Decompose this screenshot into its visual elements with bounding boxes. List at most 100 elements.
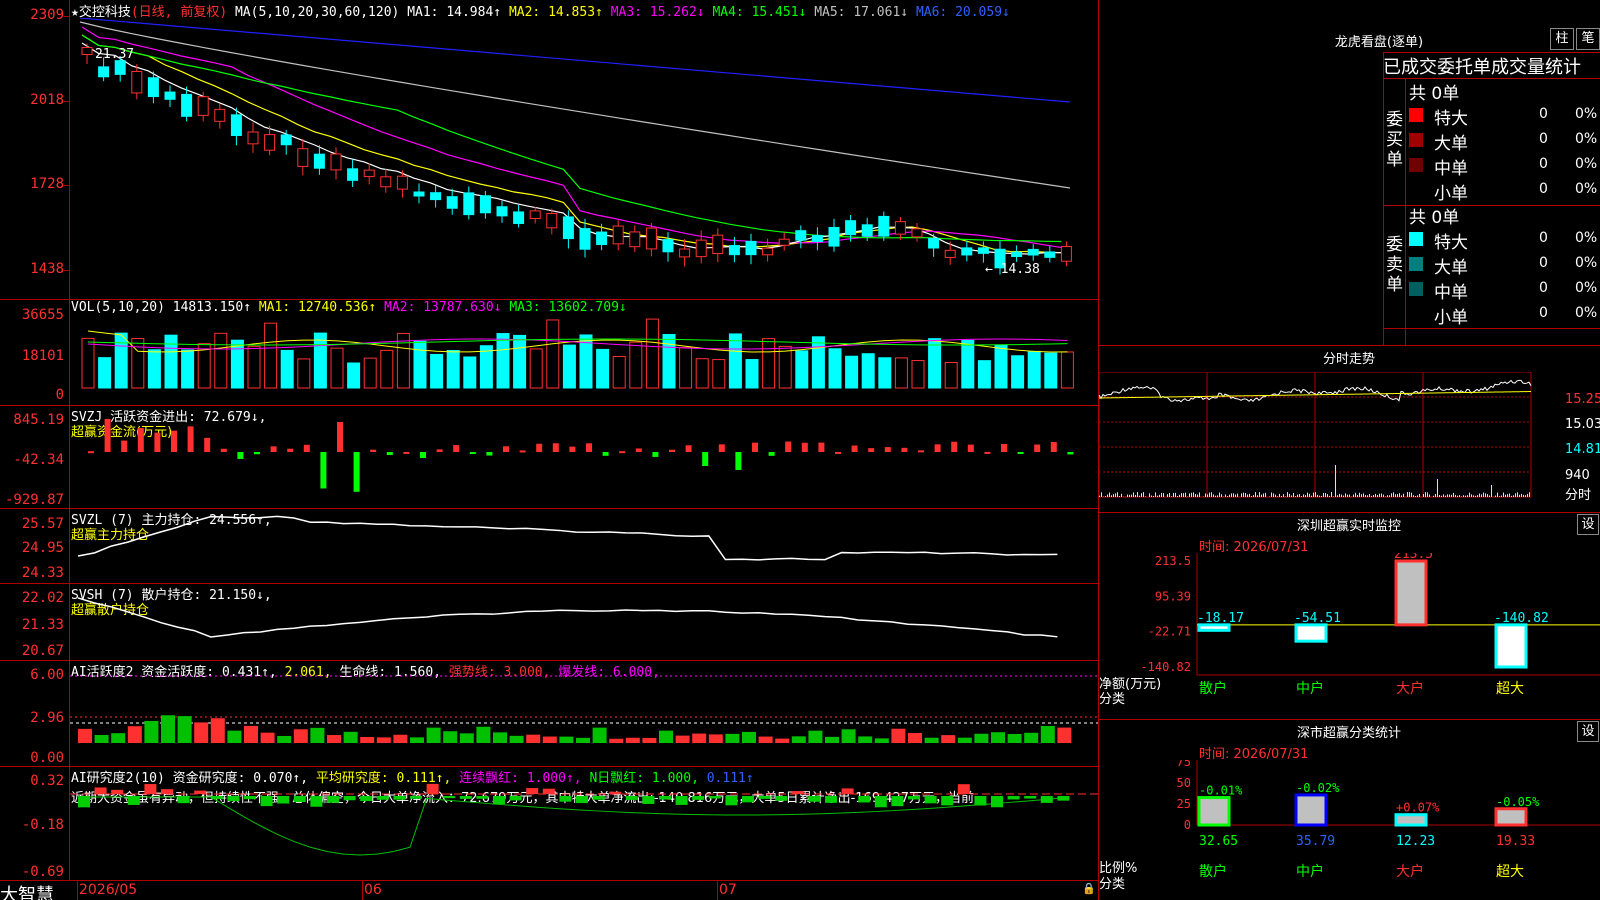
flow-bar	[967, 444, 974, 452]
svzl-chart[interactable]	[70, 509, 1098, 583]
candle	[313, 153, 325, 169]
fenshi-volume-bar	[1487, 494, 1488, 497]
fenshi-volume-bar	[1229, 494, 1230, 497]
candle	[114, 60, 126, 75]
volume-bar	[811, 336, 825, 389]
fenshi-volume-bar	[1481, 494, 1482, 497]
fenshi-volume-bar	[1381, 493, 1382, 497]
monitor-chart[interactable]: 213.5 95.39 -22.71 -140.82 -18.17 散户 -54.51 中户 2…	[1099, 553, 1600, 719]
fenshi-volume-bar	[1419, 493, 1420, 497]
fenshi-volume-bar	[1295, 496, 1296, 497]
fenshi-volume-bar	[1273, 493, 1274, 497]
monitor-category: 大户	[1396, 680, 1424, 697]
fenshi-volume-bar	[1129, 494, 1130, 497]
bar-mode-button[interactable]: 柱	[1550, 28, 1574, 50]
fenshi-panel[interactable]: 分时走势 15.25 15.03 14.81 940 分时	[1099, 346, 1600, 512]
flow-bar	[619, 451, 626, 454]
classify-category: 超大	[1496, 864, 1524, 880]
volume-bar	[513, 334, 527, 389]
research-bar	[941, 796, 954, 806]
research-bar	[609, 791, 622, 794]
fenshi-volume-bar	[1249, 493, 1250, 497]
candle	[762, 247, 774, 256]
fenshi-volume-bar	[1171, 496, 1172, 497]
research-bar	[493, 796, 505, 804]
classify-bar	[1294, 793, 1328, 827]
color-swatch-icon	[1409, 257, 1423, 271]
main-chart-area[interactable]: ★交控科技(日线, 前复权) MA(5,10,20,30,60,120) MA1…	[0, 0, 1098, 900]
fenshi-volume-bar	[1299, 494, 1300, 497]
order-pct: 0%	[1575, 131, 1598, 147]
candle	[446, 196, 458, 209]
candle	[214, 108, 226, 122]
svzj-axis-label: -929.87	[4, 492, 64, 508]
fenshi-volume-bar	[1317, 494, 1318, 497]
order-count: 0	[1539, 280, 1548, 296]
price-axis-label: 1438	[30, 261, 64, 277]
fenshi-volume-bar	[1221, 494, 1222, 497]
fenshi-volume-bar	[1329, 495, 1330, 497]
activity-bar	[891, 728, 906, 743]
fenshi-volume-bar	[1115, 493, 1116, 497]
monitor-axis-label: 95.39	[1155, 589, 1191, 603]
fenshi-volume-bar	[1489, 495, 1490, 497]
monitor-settings-button[interactable]: 设	[1577, 514, 1599, 535]
fenshi-volume-bar	[1477, 495, 1478, 497]
candle	[546, 212, 558, 229]
svsh-chart[interactable]	[70, 584, 1098, 660]
tick-mode-button[interactable]: 笔	[1576, 28, 1600, 50]
sell-orders-label: 委卖单	[1386, 235, 1403, 295]
volume-bar	[562, 344, 576, 389]
volume-bar	[928, 338, 942, 389]
classify-category: 散户	[1199, 863, 1227, 880]
volume-bar	[1044, 352, 1058, 389]
research-bar	[1040, 796, 1053, 803]
classify-settings-button[interactable]: 设	[1577, 721, 1599, 742]
flow-bar	[718, 444, 725, 452]
ai2-chart[interactable]	[70, 767, 1098, 880]
fenshi-volume-bar	[1437, 479, 1438, 497]
fenshi-volume-bar	[1209, 492, 1210, 497]
order-pct: 0%	[1575, 280, 1598, 296]
fenshi-volume-bar	[1149, 493, 1150, 497]
fenshi-volume-bar	[1145, 496, 1146, 497]
classify-chart[interactable]: 75 50 25 0 -0.01% 32.65 散户 -0.02% 35.79 中户 +0.07% 1…	[1099, 760, 1600, 900]
volume-bar	[944, 361, 958, 389]
lock-icon[interactable]: 🔒	[1082, 882, 1096, 895]
color-swatch-icon	[1409, 232, 1423, 246]
classify-title: 深市超赢分类统计	[1296, 726, 1401, 741]
activity-bar	[991, 732, 1005, 743]
fenshi-chart[interactable]	[1099, 372, 1600, 512]
price-axis-label: 1728	[30, 176, 64, 192]
volume-chart[interactable]	[70, 318, 1098, 405]
research-bar	[542, 788, 555, 794]
activity-bar	[493, 732, 507, 743]
candle	[413, 191, 425, 197]
svzj-chart[interactable]	[70, 406, 1098, 508]
candle	[878, 215, 890, 237]
fenshi-volume-bar	[1283, 494, 1284, 497]
fenshi-volume-bar	[1397, 494, 1398, 497]
vol-ma3: MA3: 13602.709↓	[509, 300, 627, 315]
price-chart[interactable]	[70, 18, 1098, 298]
research-bar	[891, 796, 904, 807]
fenshi-volume-bar	[1297, 494, 1298, 497]
ai1-chart[interactable]	[70, 661, 1098, 766]
activity-bar	[625, 737, 640, 743]
fenshi-volume-bar	[1279, 493, 1280, 497]
flow-bar	[453, 445, 460, 452]
activity-bar	[924, 737, 939, 743]
fenshi-volume-bar	[1213, 494, 1214, 497]
activity-bar	[227, 730, 242, 743]
research-bar	[426, 783, 439, 794]
fenshi-volume-bar	[1407, 492, 1408, 497]
fenshi-volume-bar	[1261, 494, 1262, 497]
volume-bar	[795, 350, 809, 389]
sell-row: 特大 0 0%	[1409, 228, 1599, 253]
volume-bar	[280, 349, 294, 389]
fenshi-volume-bar	[1385, 496, 1386, 497]
fenshi-volume-bar	[1133, 492, 1134, 497]
fenshi-volume-bar	[1505, 494, 1506, 497]
monitor-category: 散户	[1199, 680, 1227, 697]
fenshi-volume-bar	[1321, 495, 1322, 497]
